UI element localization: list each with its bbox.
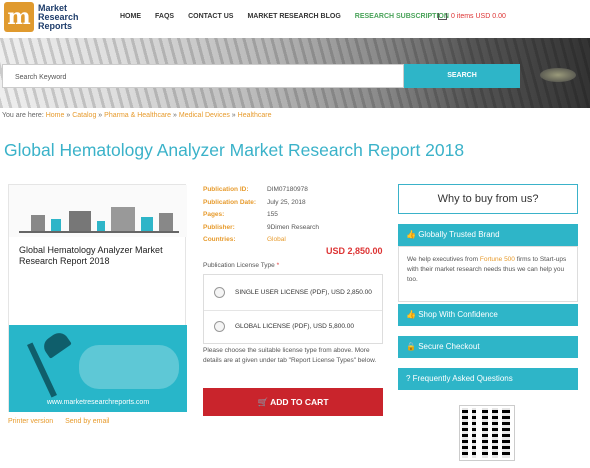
logo-text: Market Research Reports: [38, 2, 79, 31]
meta-row: Publication ID: DIM07180978: [203, 184, 319, 197]
meta-value: 155: [267, 211, 278, 218]
search-input[interactable]: Search Keyword: [2, 64, 404, 88]
radio-single-license[interactable]: [214, 287, 225, 298]
breadcrumb-healthcare[interactable]: Healthcare: [238, 112, 272, 119]
meta-row: Pages: 155: [203, 209, 319, 222]
faq-panel[interactable]: ? Frequently Asked Questions: [398, 368, 578, 390]
meta-label: Publisher:: [203, 223, 235, 231]
meta-value: July 25, 2018: [267, 198, 306, 206]
cover-illustration: [9, 185, 187, 237]
required-marker: *: [276, 262, 280, 269]
meta-row: Publisher: 9Dimen Research: [203, 222, 319, 235]
license-type-label: Publication License Type *: [203, 262, 279, 269]
breadcrumb-devices[interactable]: Medical Devices: [179, 112, 230, 119]
meta-label: Publication ID:: [203, 186, 249, 193]
secure-checkout-label: Secure Checkout: [418, 342, 480, 351]
thumbs-up-icon: 👍: [406, 230, 419, 239]
breadcrumb-prefix: You are here:: [2, 112, 44, 119]
meta-row: Countries: Global: [203, 234, 319, 247]
logo-mark: m: [4, 2, 34, 32]
banner-eye-right: [540, 68, 576, 82]
cart-link[interactable]: 0 items USD 0.00: [438, 13, 506, 20]
trusted-brand-panel[interactable]: 👍 Globally Trusted Brand: [398, 224, 578, 246]
question-icon: ?: [406, 374, 413, 383]
secure-checkout-panel[interactable]: 🔒 Secure Checkout: [398, 336, 578, 358]
cart-icon: [438, 13, 447, 20]
faq-label: Frequently Asked Questions: [412, 374, 513, 383]
breadcrumb-catalog[interactable]: Catalog: [72, 112, 96, 119]
meta-row: Publication Date: July 25, 2018: [203, 197, 319, 210]
license-option-single[interactable]: SINGLE USER LICENSE (PDF), USD 2,850.00: [214, 287, 372, 298]
site-header: m Market Research Reports HOME FAQS CONT…: [0, 0, 590, 38]
cover-url: www.marketresearchreports.com: [46, 399, 150, 406]
main-nav: HOME FAQS CONTACT US MARKET RESEARCH BLO…: [120, 13, 463, 20]
lock-icon: 🔒: [406, 342, 419, 351]
nav-contact[interactable]: CONTACT US: [188, 13, 233, 20]
license-divider: [204, 310, 382, 311]
add-to-cart-label: ADD TO CART: [270, 397, 329, 407]
report-cover: Global Hematology Analyzer Market Resear…: [8, 184, 187, 412]
nav-blog[interactable]: MARKET RESEARCH BLOG: [247, 13, 340, 20]
license-label: Publication License Type: [203, 262, 275, 269]
send-email-link[interactable]: Send by email: [65, 418, 109, 425]
report-price: USD 2,850.00: [326, 246, 383, 256]
why-buy-heading: Why to buy from us?: [398, 184, 578, 214]
publication-details: Publication ID: DIM07180978 Publication D…: [203, 184, 319, 247]
meta-label: Pages:: [203, 211, 225, 218]
world-map-icon: [79, 345, 179, 389]
radio-global-license[interactable]: [214, 321, 225, 332]
meta-value: 9Dimen Research: [267, 223, 320, 231]
license-options: SINGLE USER LICENSE (PDF), USD 2,850.00 …: [203, 274, 383, 344]
license-note: Please choose the suitable license type …: [203, 347, 377, 364]
nav-subscription[interactable]: RESEARCH SUBSCRIPTION: [355, 13, 449, 20]
shop-confidence-label: Shop With Confidence: [418, 310, 498, 319]
trusted-brand-body: We help executives from Fortune 500 firm…: [398, 246, 578, 302]
lab-equipment-icon: [19, 207, 179, 233]
license-option-label: GLOBAL LICENSE (PDF), USD 5,800.00: [235, 323, 354, 330]
search-button[interactable]: SEARCH: [404, 64, 520, 88]
cover-footer: www.marketresearchreports.com: [9, 325, 187, 412]
lamp-head-icon: [40, 329, 72, 359]
share-links: Printer version Send by email: [8, 418, 119, 425]
breadcrumb-pharma[interactable]: Pharma & Healthcare: [104, 112, 171, 119]
nav-faqs[interactable]: FAQS: [155, 13, 174, 20]
meta-value-countries[interactable]: Global: [267, 234, 286, 247]
site-logo[interactable]: m Market Research Reports: [4, 2, 88, 32]
qr-code: [459, 405, 515, 461]
trusted-brand-label: Globally Trusted Brand: [418, 230, 500, 239]
breadcrumb-home[interactable]: Home: [46, 112, 65, 119]
thumbs-up-icon: 👍: [406, 310, 419, 319]
license-option-label: SINGLE USER LICENSE (PDF), USD 2,850.00: [235, 289, 372, 296]
trusted-body-a: We help executives from: [407, 256, 480, 263]
meta-label: Publication Date:: [203, 198, 257, 206]
nav-home[interactable]: HOME: [120, 13, 141, 20]
cart-summary: 0 items USD 0.00: [451, 13, 506, 20]
license-option-global[interactable]: GLOBAL LICENSE (PDF), USD 5,800.00: [214, 321, 354, 332]
breadcrumb: You are here: Home » Catalog » Pharma & …: [2, 112, 272, 119]
add-to-cart-button[interactable]: 🛒 ADD TO CART: [203, 388, 383, 416]
printer-version-link[interactable]: Printer version: [8, 418, 53, 425]
shop-confidence-panel[interactable]: 👍 Shop With Confidence: [398, 304, 578, 326]
cart-icon: 🛒: [257, 397, 271, 407]
meta-value: DIM07180978: [267, 186, 308, 193]
fortune-500-link[interactable]: Fortune 500: [480, 256, 515, 263]
page-title: Global Hematology Analyzer Market Resear…: [4, 140, 465, 160]
cover-title: Global Hematology Analyzer Market Resear…: [19, 245, 163, 266]
meta-label: Countries:: [203, 236, 236, 243]
